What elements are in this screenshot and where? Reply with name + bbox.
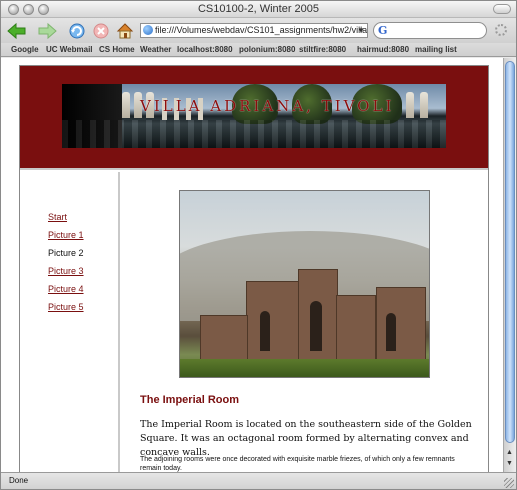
bookmark-weather[interactable]: Weather bbox=[140, 45, 171, 54]
back-button[interactable] bbox=[7, 21, 27, 41]
stop-button[interactable] bbox=[91, 21, 111, 41]
address-bar[interactable]: file:///Volumes/webdav/CS101_assignments… bbox=[140, 23, 368, 38]
status-bar: Done bbox=[1, 472, 516, 489]
side-navigation: Start Picture 1 Picture 2 Picture 3 Pict… bbox=[20, 172, 120, 472]
banner-image: VILLA ADRIANA, TIVOLI bbox=[62, 84, 446, 148]
activity-spinner-icon bbox=[495, 24, 507, 36]
bookmark-stiltfire[interactable]: stiltfire:8080 bbox=[299, 45, 346, 54]
description-paragraph: The Imperial Room is located on the sout… bbox=[140, 419, 472, 458]
page-globe-icon bbox=[143, 25, 153, 35]
bookmark-mailing-list[interactable]: mailing list bbox=[415, 45, 457, 54]
banner-title: VILLA ADRIANA, TIVOLI bbox=[140, 97, 395, 115]
page-banner: VILLA ADRIANA, TIVOLI bbox=[20, 66, 488, 170]
home-button[interactable] bbox=[115, 21, 135, 41]
vertical-scrollbar[interactable]: ▲ ▼ bbox=[503, 58, 516, 472]
home-icon bbox=[116, 23, 134, 39]
nav-link-start[interactable]: Start bbox=[48, 212, 67, 222]
bookmark-polonium[interactable]: polonium:8080 bbox=[239, 45, 295, 54]
resize-grip-icon[interactable] bbox=[504, 478, 514, 488]
bookmarks-bar: Google UC Webmail CS Home Weather localh… bbox=[1, 43, 516, 57]
bookmark-localhost[interactable]: localhost:8080 bbox=[177, 45, 233, 54]
nav-link-picture-5[interactable]: Picture 5 bbox=[48, 302, 84, 312]
nav-link-picture-4[interactable]: Picture 4 bbox=[48, 284, 84, 294]
scroll-up-icon[interactable]: ▲ bbox=[506, 449, 513, 456]
google-search-icon[interactable]: G bbox=[378, 24, 387, 37]
small-note: The adjoining rooms were once decorated … bbox=[140, 456, 455, 472]
back-arrow-icon bbox=[7, 22, 26, 40]
url-dropdown-icon[interactable]: ▼ bbox=[357, 24, 365, 37]
address-bar-text: file:///Volumes/webdav/CS101_assignments… bbox=[155, 25, 368, 35]
ruins-photo bbox=[179, 190, 430, 378]
bookmark-uc-webmail[interactable]: UC Webmail bbox=[46, 45, 93, 54]
bookmark-cs-home[interactable]: CS Home bbox=[99, 45, 135, 54]
search-field[interactable]: G bbox=[373, 22, 487, 39]
bookmark-hairmud[interactable]: hairmud:8080 bbox=[357, 45, 409, 54]
bookmark-google[interactable]: Google bbox=[11, 45, 39, 54]
nav-link-picture-3[interactable]: Picture 3 bbox=[48, 266, 84, 276]
main-content: The Imperial Room The Imperial Room is l… bbox=[122, 172, 488, 472]
reload-button[interactable] bbox=[67, 21, 87, 41]
reload-icon bbox=[69, 23, 85, 39]
scrollbar-thumb[interactable] bbox=[505, 61, 515, 443]
stop-icon bbox=[93, 23, 109, 39]
navigation-toolbar: file:///Volumes/webdav/CS101_assignments… bbox=[1, 18, 516, 43]
window-title: CS10100-2, Winter 2005 bbox=[197, 3, 320, 15]
forward-arrow-icon bbox=[38, 22, 57, 40]
content-viewport: VILLA ADRIANA, TIVOLI Start Picture 1 Pi… bbox=[1, 58, 503, 472]
web-page: VILLA ADRIANA, TIVOLI Start Picture 1 Pi… bbox=[19, 65, 489, 472]
toolbar-toggle-button[interactable] bbox=[493, 4, 511, 14]
forward-button[interactable] bbox=[37, 21, 57, 41]
section-heading: The Imperial Room bbox=[140, 394, 240, 406]
nav-current-picture-2: Picture 2 bbox=[48, 248, 84, 258]
scroll-down-icon[interactable]: ▼ bbox=[506, 460, 513, 467]
nav-link-picture-1[interactable]: Picture 1 bbox=[48, 230, 84, 240]
browser-window: CS10100-2, Winter 2005 file:///Volumes/w… bbox=[0, 0, 517, 490]
title-bar: CS10100-2, Winter 2005 bbox=[1, 1, 516, 18]
status-text: Done bbox=[9, 476, 29, 485]
